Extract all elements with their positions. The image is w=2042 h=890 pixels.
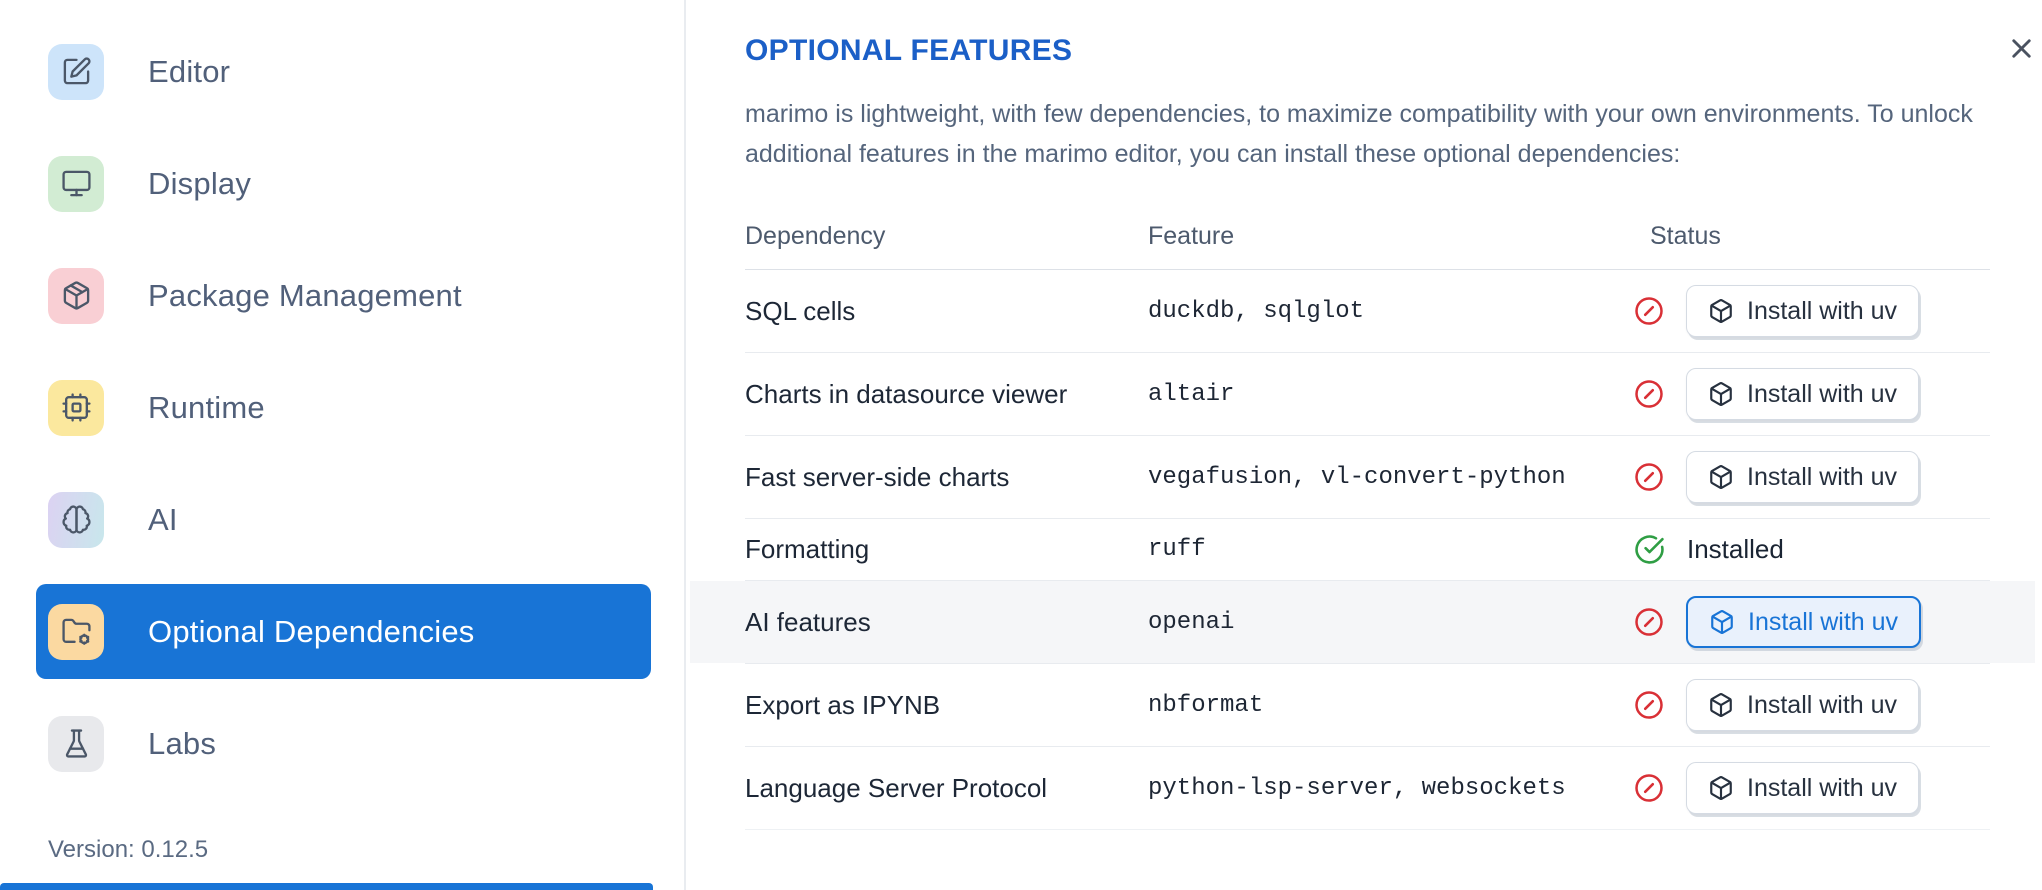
header-feature: Feature: [1148, 222, 1235, 250]
table-header-row: Dependency Feature Status: [745, 202, 1990, 270]
installed-status-label: Installed: [1687, 534, 1784, 564]
box-icon: [1711, 610, 1733, 635]
editor-icon-tile: [48, 43, 104, 100]
status-cell: Install with uv: [1634, 747, 1990, 829]
sidebar-item-label: Runtime: [148, 389, 265, 425]
folder-cog-icon: [61, 618, 91, 645]
dependencies-table: Dependency Feature Status SQL cells duckd…: [690, 202, 2035, 830]
status-cell: Install with uv: [1634, 353, 1990, 435]
circle-x-icon: [1635, 380, 1663, 408]
feature-packages: vegafusion, vl-convert-python: [1148, 463, 1566, 491]
install-with-uv-button[interactable]: Install with uv: [1686, 451, 1920, 503]
sidebar-item-labs[interactable]: Labs: [36, 696, 651, 791]
box-icon: [1710, 776, 1732, 801]
dependency-name: Formatting: [745, 534, 870, 564]
table-row: Charts in datasource viewer altair Install…: [745, 353, 1990, 436]
table-row: SQL cells duckdb, sqlglot Install with uv: [745, 270, 1990, 353]
install-button-label: Install with uv: [1747, 379, 1898, 408]
version-label: Version: 0.12.5: [48, 836, 209, 863]
status-cell: Install with uv: [1634, 581, 1990, 663]
sidebar-item-label: Package Management: [148, 277, 462, 313]
brain-icon: [61, 505, 91, 534]
sidebar-item-ai[interactable]: AI: [36, 472, 651, 567]
dependency-name: Language Server Protocol: [745, 772, 1048, 803]
install-button-label: Install with uv: [1747, 773, 1898, 802]
settings-sidebar: Editor Display Package Management Runtime AI…: [0, 0, 686, 890]
circle-x-icon: [1635, 463, 1663, 491]
circle-x-icon: [1635, 297, 1663, 325]
sidebar-item-label: Display: [148, 165, 252, 201]
flask-conical-icon: [65, 729, 87, 758]
panel-description: marimo is lightweight, with few dependen…: [745, 100, 1973, 168]
sidebar-item-editor[interactable]: Editor: [36, 24, 651, 119]
monitor-icon: [61, 170, 91, 197]
package-management-icon-tile: [48, 267, 104, 324]
feature-packages: altair: [1148, 380, 1235, 408]
sidebar-item-runtime[interactable]: Runtime: [36, 360, 651, 455]
bottom-blue-bar: [0, 883, 653, 890]
table-row: Language Server Protocol python-lsp-serve…: [745, 747, 1990, 830]
install-with-uv-button[interactable]: Install with uv: [1686, 762, 1920, 814]
feature-packages: duckdb, sqlglot: [1148, 297, 1365, 325]
table-row: Export as IPYNB nbformat Install with uv: [745, 664, 1990, 747]
sidebar-item-label: Labs: [148, 725, 217, 761]
table-row: Fast server-side charts vegafusion, vl-co…: [745, 436, 1990, 519]
install-with-uv-button[interactable]: Install with uv: [1686, 596, 1922, 648]
dependency-name: Fast server-side charts: [745, 461, 1010, 492]
sidebar-item-label: AI: [148, 501, 178, 537]
box-icon: [1710, 693, 1732, 718]
install-button-label: Install with uv: [1748, 607, 1899, 636]
feature-packages: nbformat: [1148, 691, 1264, 719]
install-button-label: Install with uv: [1747, 462, 1898, 491]
circle-check-icon: [1635, 535, 1664, 564]
install-with-uv-button[interactable]: Install with uv: [1686, 679, 1920, 731]
feature-packages: python-lsp-server, websockets: [1148, 774, 1566, 802]
sidebar-item-package-management[interactable]: Package Management: [36, 248, 651, 343]
table-row: AI features openai Install with uv: [690, 581, 2035, 664]
sidebar-nav: Editor Display Package Management Runtime AI…: [36, 24, 651, 791]
optional-dependencies-icon-tile: [48, 603, 104, 660]
package-icon: [63, 281, 89, 310]
display-icon-tile: [48, 155, 104, 212]
install-button-label: Install with uv: [1747, 296, 1898, 325]
close-button[interactable]: [1999, 26, 2042, 70]
install-with-uv-button[interactable]: Install with uv: [1686, 368, 1920, 420]
x-icon: [2011, 38, 2031, 58]
box-icon: [1710, 299, 1732, 324]
sidebar-item-display[interactable]: Display: [36, 136, 651, 231]
dependency-name: Charts in datasource viewer: [745, 378, 1068, 409]
sidebar-item-optional-dependencies[interactable]: Optional Dependencies: [36, 584, 651, 679]
feature-packages: openai: [1148, 608, 1235, 636]
table-row: Formatting ruff Installed: [745, 519, 1990, 581]
dependency-name: SQL cells: [745, 295, 856, 326]
status-cell: Install with uv: [1634, 664, 1990, 746]
cpu-icon: [61, 393, 91, 422]
circle-x-icon: [1635, 691, 1663, 719]
box-icon: [1710, 465, 1732, 490]
square-pen-icon: [63, 57, 91, 85]
runtime-icon-tile: [48, 379, 104, 436]
feature-packages: ruff: [1148, 536, 1206, 563]
install-with-uv-button[interactable]: Install with uv: [1686, 285, 1920, 337]
ai-icon-tile: [48, 491, 104, 548]
install-button-label: Install with uv: [1747, 690, 1898, 719]
circle-x-icon: [1635, 774, 1663, 802]
optional-features-panel: OPTIONAL FEATURES marimo is lightweight,…: [686, 0, 2042, 890]
sidebar-item-label: Editor: [148, 53, 231, 89]
table-body: SQL cells duckdb, sqlglot Install with uv C…: [690, 270, 2035, 830]
status-cell: Install with uv: [1634, 436, 1990, 518]
circle-x-icon: [1635, 608, 1663, 636]
status-cell: Installed: [1634, 519, 1990, 580]
dependency-name: AI features: [745, 606, 871, 637]
header-status: Status: [1650, 222, 1721, 250]
dependency-name: Export as IPYNB: [745, 689, 941, 720]
settings-dialog: Editor Display Package Management Runtime AI…: [0, 0, 2042, 890]
panel-title: OPTIONAL FEATURES: [745, 34, 1073, 67]
labs-icon-tile: [48, 715, 104, 772]
header-dependency: Dependency: [745, 222, 886, 250]
status-cell: Install with uv: [1634, 270, 1990, 352]
sidebar-item-label: Optional Dependencies: [148, 613, 475, 649]
box-icon: [1710, 382, 1732, 407]
